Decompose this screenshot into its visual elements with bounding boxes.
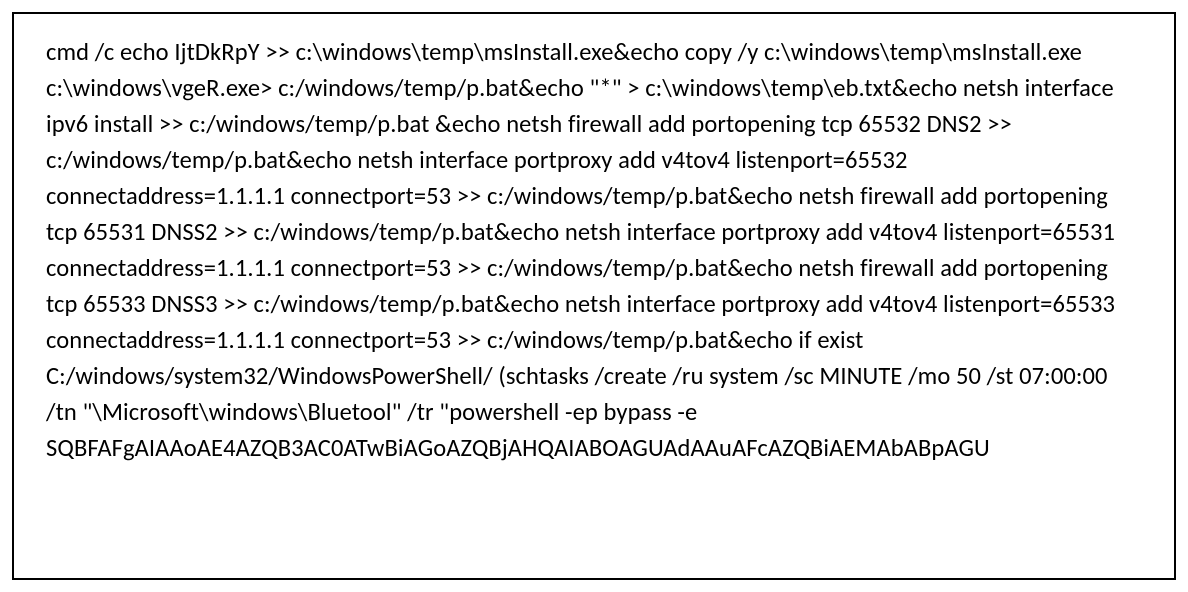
code-container: cmd /c echo IjtDkRpY >> c:\windows\temp\… (12, 12, 1176, 580)
code-text: cmd /c echo IjtDkRpY >> c:\windows\temp\… (46, 34, 1142, 466)
